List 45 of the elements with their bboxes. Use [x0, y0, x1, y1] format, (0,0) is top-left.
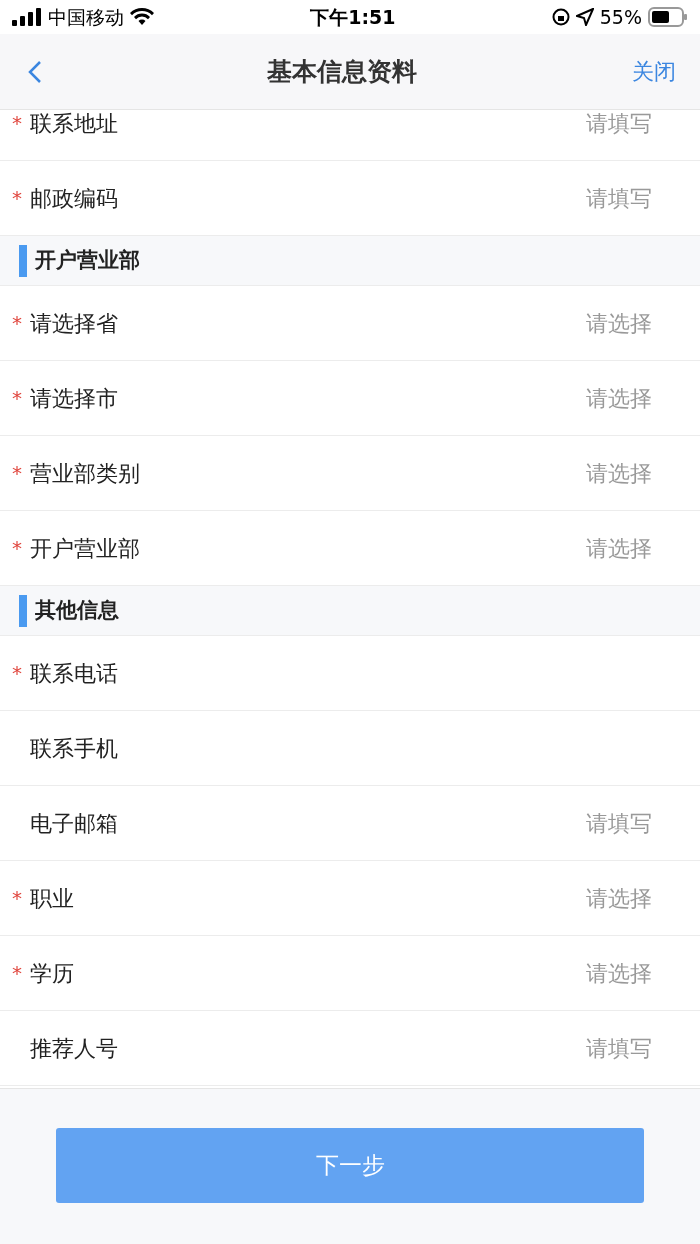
required-marker: * [12, 110, 22, 137]
required-marker: * [12, 185, 22, 212]
form-row[interactable]: * 联系地址 请填写 [0, 110, 700, 161]
page-title: 基本信息资料 [266, 55, 418, 88]
input-field[interactable]: 请选择 [492, 306, 652, 340]
section-title: 开户营业部 [35, 246, 140, 274]
input-field[interactable]: 请填写 [492, 806, 652, 840]
field-label: 请选择市 [30, 384, 119, 413]
field-label: 学历 [30, 959, 75, 988]
input-field[interactable]: 请填写 [492, 181, 652, 215]
section-marker-icon [19, 244, 27, 277]
wifi-icon [130, 8, 154, 26]
rotation-lock-icon [551, 8, 570, 26]
input-field[interactable]: 请选择 [492, 456, 652, 490]
input-field[interactable]: 请填写 [492, 110, 652, 140]
field-label: 电子邮箱 [30, 809, 119, 838]
location-icon [575, 8, 594, 26]
section-title: 其他信息 [35, 596, 119, 624]
input-field[interactable]: 请选择 [492, 956, 652, 990]
field-label: 联系地址 [30, 110, 119, 138]
battery-icon [648, 7, 688, 27]
field-label: 邮政编码 [30, 184, 119, 213]
input-field[interactable]: 请填写 [492, 1031, 652, 1065]
required-marker: * [12, 310, 22, 337]
status-time: 下午1:51 [310, 4, 396, 30]
required-marker: * [12, 885, 22, 912]
carrier-name: 中国移动 [48, 4, 124, 30]
field-label: 开户营业部 [30, 534, 141, 563]
battery-percent: 55% [599, 4, 642, 30]
field-label: 联系电话 [30, 659, 119, 688]
input-field[interactable]: 请选择 [492, 881, 652, 915]
required-marker: * [12, 385, 22, 412]
required-marker: * [12, 960, 22, 987]
input-field[interactable]: 请选择 [492, 381, 652, 415]
field-label: 联系手机 [30, 734, 119, 763]
required-marker: * [12, 460, 22, 487]
field-label: 营业部类别 [30, 459, 141, 488]
signal-icon [12, 8, 42, 26]
section-marker-icon [19, 594, 27, 627]
input-field[interactable]: 请选择 [492, 531, 652, 565]
required-marker: * [12, 660, 22, 687]
required-marker: * [12, 535, 22, 562]
field-label: 请选择省 [30, 309, 119, 338]
field-label: 推荐人号 [30, 1034, 119, 1063]
field-label: 职业 [30, 884, 75, 913]
